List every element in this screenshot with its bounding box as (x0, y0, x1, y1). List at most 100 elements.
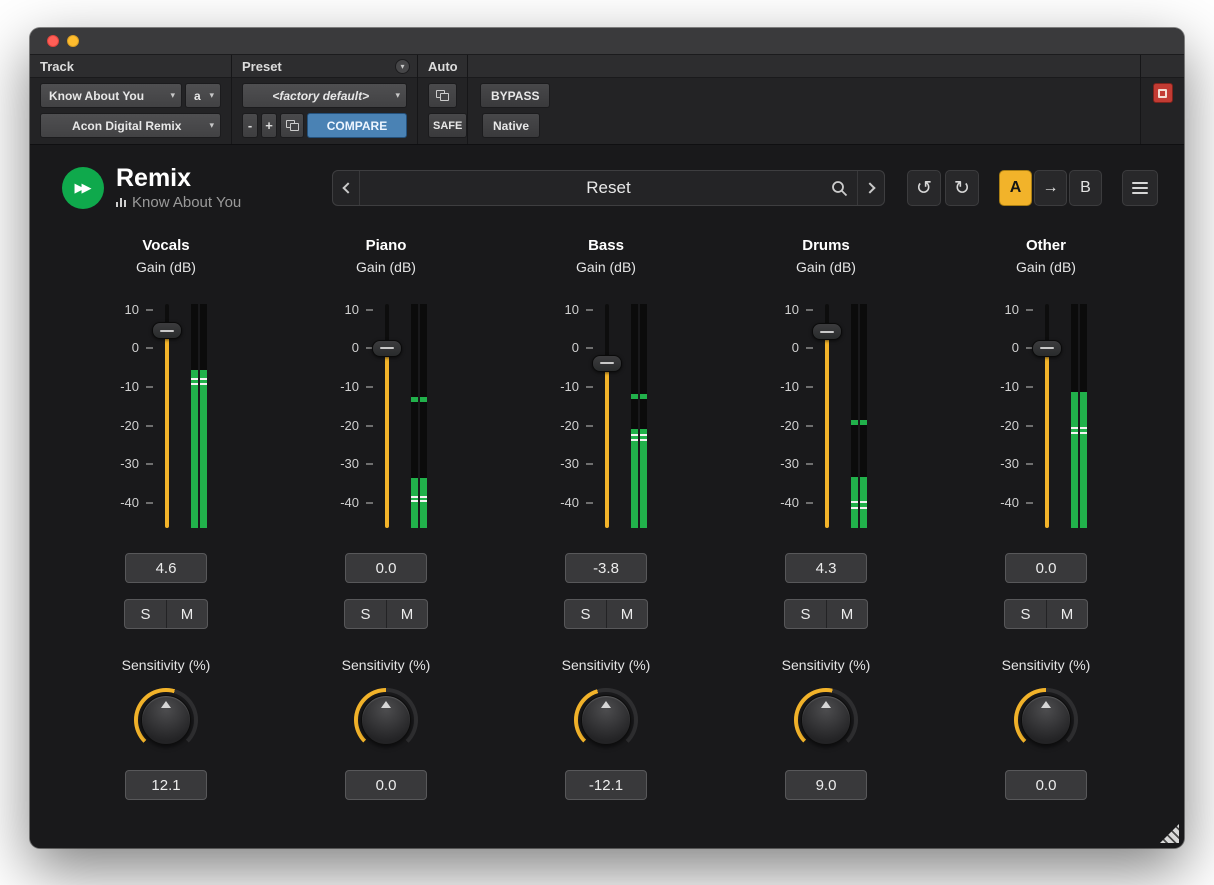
sensitivity-value[interactable]: 12.1 (125, 770, 207, 800)
mute-button[interactable]: M (166, 600, 207, 628)
fader-track[interactable] (825, 304, 829, 528)
undo-button[interactable]: ↺ (907, 170, 941, 206)
chevron-left-icon (342, 182, 353, 193)
meter-peak-mark (631, 439, 638, 441)
scale-label: -40 (759, 495, 799, 511)
scale-tick (1026, 386, 1033, 388)
target-icon (1158, 89, 1167, 98)
fader-handle[interactable] (592, 355, 622, 372)
preset-search-button[interactable] (831, 171, 848, 205)
scale-tick (146, 463, 153, 465)
gain-fader: 100-10-20-30-40 (751, 304, 901, 528)
scale-label: -30 (979, 456, 1019, 472)
meter-peak-mark (411, 496, 418, 498)
scale-tick (806, 502, 813, 504)
gain-value[interactable]: 4.6 (125, 553, 207, 583)
scale-label: -10 (979, 379, 1019, 395)
compare-button[interactable]: COMPARE (307, 113, 407, 138)
mute-button[interactable]: M (386, 600, 427, 628)
solo-button[interactable]: S (125, 600, 166, 628)
channel-param-label: Gain (dB) (136, 259, 196, 276)
remix-plugin-body: ▶▶ Remix Know About You Reset (30, 145, 1184, 848)
preset-selector[interactable]: <factory default> ▾ (242, 83, 407, 108)
mute-button[interactable]: M (826, 600, 867, 628)
scale-label: -30 (319, 456, 359, 472)
meter-peak-mark (860, 507, 867, 509)
previous-preset-button[interactable]: - (242, 113, 258, 138)
automation-enable-button[interactable] (428, 83, 457, 108)
automation-mode-selector[interactable]: a ▾ (185, 83, 221, 108)
close-window-button[interactable] (47, 35, 59, 47)
target-window-button[interactable] (1153, 83, 1173, 103)
main-menu-button[interactable] (1122, 170, 1158, 206)
scale-label: 10 (539, 302, 579, 318)
sensitivity-value[interactable]: 0.0 (1005, 770, 1087, 800)
ab-state-b-button[interactable]: B (1069, 170, 1102, 206)
bypass-button[interactable]: BYPASS (480, 83, 550, 108)
minimize-window-button[interactable] (67, 35, 79, 47)
fader-handle[interactable] (812, 323, 842, 340)
gain-value[interactable]: -3.8 (565, 553, 647, 583)
scale-tick (146, 309, 153, 311)
scale-label: -30 (99, 456, 139, 472)
sensitivity-value[interactable]: 0.0 (345, 770, 427, 800)
solo-button[interactable]: S (785, 600, 826, 628)
ab-state-a-button[interactable]: A (999, 170, 1032, 206)
mute-button[interactable]: M (1046, 600, 1087, 628)
gain-value[interactable]: 4.3 (785, 553, 867, 583)
sensitivity-knob[interactable] (574, 688, 638, 752)
fader-track[interactable] (1045, 304, 1049, 528)
plugin-selector-value: Acon Digital Remix (49, 119, 204, 133)
next-preset-button[interactable]: + (261, 113, 277, 138)
track-selector[interactable]: Know About You ▾ (40, 83, 182, 108)
safe-button[interactable]: SAFE (428, 113, 467, 138)
preset-selector-value: <factory default> (251, 89, 390, 103)
knob-indicator-icon (381, 701, 391, 708)
meter-peak-mark (191, 383, 198, 385)
resize-handle-icon[interactable] (1160, 824, 1179, 843)
knob-body (141, 695, 191, 745)
ab-copy-button[interactable]: → (1034, 170, 1067, 206)
sensitivity-knob[interactable] (1014, 688, 1078, 752)
gain-value[interactable]: 0.0 (345, 553, 427, 583)
fader-handle[interactable] (1032, 340, 1062, 357)
preset-prev-button[interactable] (333, 171, 360, 205)
preset-next-button[interactable] (857, 171, 884, 205)
gain-fader: 100-10-20-30-40 (91, 304, 241, 528)
fader-track[interactable] (605, 304, 609, 528)
fader-handle[interactable] (372, 340, 402, 357)
mute-button[interactable]: M (606, 600, 647, 628)
solo-button[interactable]: S (345, 600, 386, 628)
sensitivity-value[interactable]: -12.1 (565, 770, 647, 800)
sensitivity-knob[interactable] (134, 688, 198, 752)
window-titlebar (30, 28, 1184, 55)
sensitivity-label: Sensitivity (%) (342, 657, 431, 674)
preset-name-field[interactable]: Reset (360, 171, 857, 205)
meter-peak-mark (860, 501, 867, 503)
scale-label: 10 (979, 302, 1019, 318)
fader-handle[interactable] (152, 322, 182, 339)
preset-menu-icon[interactable]: ▾ (395, 59, 410, 74)
fader-track[interactable] (385, 304, 389, 528)
undo-redo-group: ↺ ↻ (907, 170, 979, 206)
native-format-button[interactable]: Native (482, 113, 540, 138)
copy-settings-button[interactable] (280, 113, 304, 138)
meter-bar-left (851, 304, 858, 528)
scale-label: -30 (759, 456, 799, 472)
meter-segment (420, 397, 427, 402)
solo-mute-group: S M (1004, 599, 1088, 629)
level-meter (851, 304, 867, 528)
solo-button[interactable]: S (1005, 600, 1046, 628)
plugin-selector[interactable]: Acon Digital Remix ▾ (40, 113, 221, 138)
auto-section: Auto SAFE (418, 55, 468, 144)
redo-button[interactable]: ↻ (945, 170, 979, 206)
sensitivity-value[interactable]: 9.0 (785, 770, 867, 800)
solo-button[interactable]: S (565, 600, 606, 628)
sensitivity-knob[interactable] (794, 688, 858, 752)
meter-segment (200, 370, 207, 528)
gain-value[interactable]: 0.0 (1005, 553, 1087, 583)
track-subtitle: Know About You (132, 194, 241, 211)
fader-track[interactable] (165, 304, 169, 528)
knob-body (801, 695, 851, 745)
sensitivity-knob[interactable] (354, 688, 418, 752)
